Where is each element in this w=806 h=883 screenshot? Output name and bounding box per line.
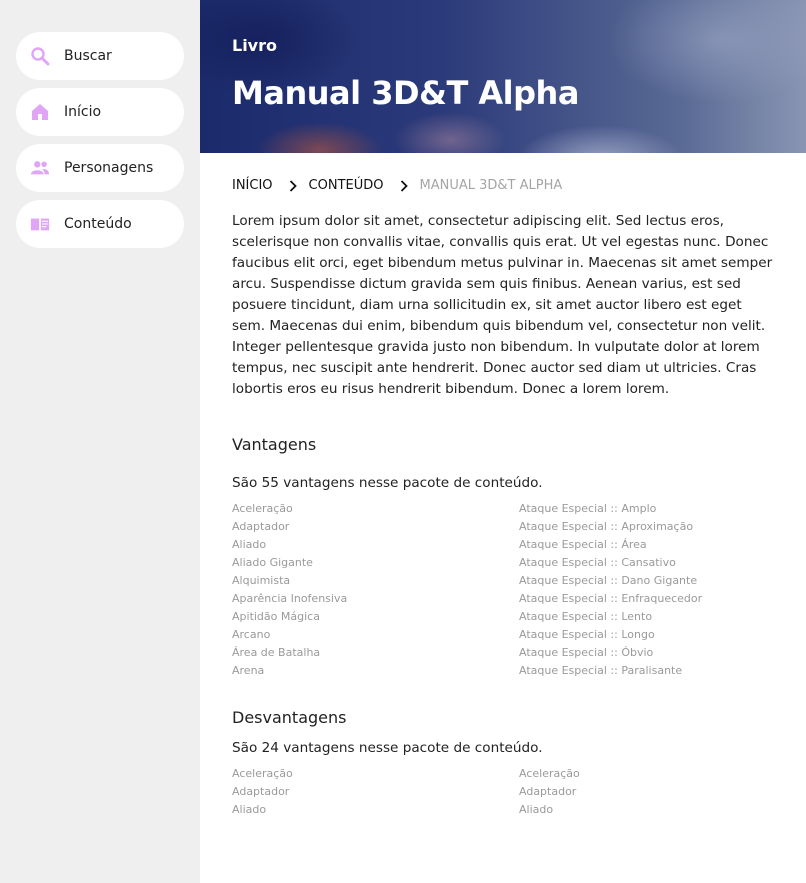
list-item[interactable]: Alquimista [232, 572, 347, 590]
main-content: Livro Manual 3D&T Alpha INÍCIO CONTEÚDO … [200, 0, 806, 883]
list-item[interactable]: Ataque Especial :: Enfraquecedor [519, 590, 702, 608]
list-item[interactable]: Adaptador [519, 783, 580, 801]
list-item[interactable]: Ataque Especial :: Dano Gigante [519, 572, 702, 590]
people-icon [30, 158, 50, 178]
section-count-desvantagens: São 24 vantagens nesse pacote de conteúd… [232, 740, 543, 756]
list-item[interactable]: Ataque Especial :: Cansativo [519, 554, 702, 572]
list-item[interactable]: Aceleração [519, 765, 580, 783]
chevron-right-icon [287, 179, 299, 193]
sidebar-item-buscar[interactable]: Buscar [16, 32, 184, 80]
sidebar-item-label: Buscar [64, 48, 112, 64]
list-item[interactable]: Adaptador [232, 783, 293, 801]
list-item[interactable]: Apitidão Mágica [232, 608, 347, 626]
section-count-vantagens: São 55 vantagens nesse pacote de conteúd… [232, 475, 543, 491]
hero-kicker: Livro [232, 36, 277, 55]
intro-text: Lorem ipsum dolor sit amet, consectetur … [232, 213, 773, 397]
hero-banner: Livro Manual 3D&T Alpha [200, 0, 806, 153]
chevron-right-icon [398, 179, 410, 193]
breadcrumb: INÍCIO CONTEÚDO MANUAL 3D&T ALPHA [232, 178, 562, 193]
section-title-vantagens: Vantagens [232, 435, 317, 454]
sidebar-item-label: Personagens [64, 160, 154, 176]
list-item[interactable]: Ataque Especial :: Amplo [519, 500, 702, 518]
breadcrumb-item-current: MANUAL 3D&T ALPHA [419, 178, 563, 193]
sidebar-item-label: Início [64, 104, 102, 120]
list-item[interactable]: Ataque Especial :: Lento [519, 608, 702, 626]
breadcrumb-item-inicio[interactable]: INÍCIO [232, 178, 273, 193]
vantagens-list-col1: Aceleração Adaptador Aliado Aliado Gigan… [232, 500, 347, 680]
desvantagens-list-col2: Aceleração Adaptador Aliado [519, 765, 580, 819]
page-title: Manual 3D&T Alpha [232, 74, 579, 112]
list-item[interactable]: Aliado [519, 801, 580, 819]
sidebar-item-conteudo[interactable]: Conteúdo [16, 200, 184, 248]
sidebar-item-inicio[interactable]: Início [16, 88, 184, 136]
list-item[interactable]: Aliado [232, 801, 293, 819]
list-item[interactable]: Arena [232, 662, 347, 680]
section-title-desvantagens: Desvantagens [232, 708, 347, 727]
breadcrumb-item-conteudo[interactable]: CONTEÚDO [309, 178, 384, 193]
sidebar-item-personagens[interactable]: Personagens [16, 144, 184, 192]
list-item[interactable]: Aliado [232, 536, 347, 554]
list-item[interactable]: Aceleração [232, 765, 293, 783]
list-item[interactable]: Ataque Especial :: Aproximação [519, 518, 702, 536]
list-item[interactable]: Ataque Especial :: Área [519, 536, 702, 554]
list-item[interactable]: Ataque Especial :: Óbvio [519, 644, 702, 662]
sidebar: Buscar Início Personagens Conteúdo [0, 0, 200, 883]
list-item[interactable]: Área de Batalha [232, 644, 347, 662]
book-icon [30, 214, 50, 234]
desvantagens-list-col1: Aceleração Adaptador Aliado [232, 765, 293, 819]
sidebar-item-label: Conteúdo [64, 216, 132, 232]
list-item[interactable]: Arcano [232, 626, 347, 644]
vantagens-list-col2: Ataque Especial :: Amplo Ataque Especial… [519, 500, 702, 680]
list-item[interactable]: Aceleração [232, 500, 347, 518]
list-item[interactable]: Ataque Especial :: Paralisante [519, 662, 702, 680]
list-item[interactable]: Aparência Inofensiva [232, 590, 347, 608]
list-item[interactable]: Aliado Gigante [232, 554, 347, 572]
list-item[interactable]: Adaptador [232, 518, 347, 536]
home-icon [30, 102, 50, 122]
search-icon [30, 46, 50, 66]
list-item[interactable]: Ataque Especial :: Longo [519, 626, 702, 644]
